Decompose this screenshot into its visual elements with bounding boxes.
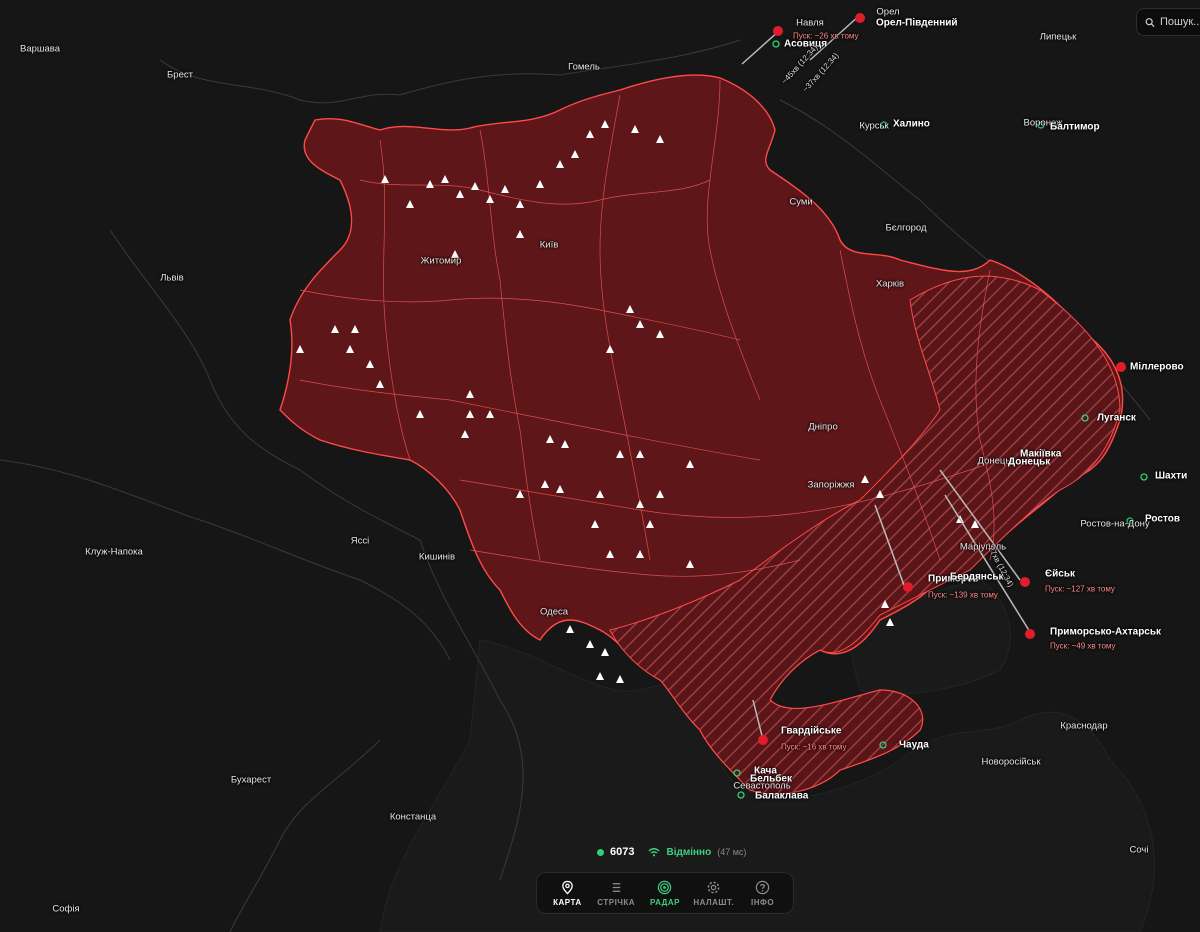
- event-count: 6073: [610, 846, 635, 858]
- city-mariupol: Маріуполь: [959, 541, 1007, 553]
- site-orel-south: Орел-Південний: [876, 17, 958, 29]
- search-input[interactable]: [1160, 16, 1200, 28]
- wifi-icon: [648, 848, 660, 857]
- site-baltimor: Балтимор: [1050, 121, 1100, 133]
- map-pin-icon: [562, 880, 573, 895]
- launch-time-prymorske: Пуск: ~139 хв тому: [928, 590, 998, 600]
- city-lipetsk: Липецьк: [1039, 31, 1077, 43]
- site-balaklava: Балаклава: [755, 790, 809, 802]
- site-navlya: Навля: [796, 17, 824, 29]
- city-orel: Орел: [876, 6, 900, 18]
- online-dot-icon: [597, 848, 604, 856]
- site-rostov2: Ростов: [1145, 513, 1180, 525]
- launch-time-prymorsko: Пуск: ~49 хв тому: [1050, 641, 1116, 651]
- connection-quality: Відмінно: [666, 846, 712, 858]
- latency: (47 мс): [717, 847, 747, 857]
- city-dnipro: Дніпро: [808, 421, 838, 433]
- city-sochi: Сочі: [1129, 844, 1149, 856]
- city-cluj: Клуж-Напока: [85, 546, 143, 558]
- nav-map[interactable]: КАРТА: [544, 880, 590, 907]
- search-icon: [1145, 17, 1155, 27]
- connection-status: 6073 Відмінно (47 мс): [597, 846, 746, 858]
- city-zaporizhzhia: Запоріжжя: [807, 479, 855, 491]
- launch-time-hvardiiske: Пуск: ~16 хв тому: [781, 742, 847, 752]
- nav-settings[interactable]: НАЛАШТ.: [691, 880, 737, 907]
- radar-icon: [658, 880, 672, 894]
- city-iasi: Яссі: [350, 535, 370, 547]
- site-belbek: Бельбек: [750, 773, 792, 785]
- city-constanta: Констанца: [389, 811, 437, 823]
- site-berdiansk: Бердянськ: [950, 571, 1004, 583]
- site-donetsk2: Донецьк: [1008, 456, 1051, 468]
- city-warsaw: Варшава: [19, 43, 61, 55]
- nav-info-label: ІНФО: [751, 897, 775, 907]
- nav-radar-label: РАДАР: [649, 897, 680, 907]
- city-kyiv: Київ: [539, 239, 559, 251]
- city-krasnodar: Краснодар: [1060, 720, 1108, 732]
- city-kharkiv: Харків: [875, 278, 905, 290]
- site-shakhty: Шахти: [1155, 470, 1188, 482]
- site-hvardiiske: Гвардійське: [781, 725, 842, 737]
- city-sofia: Софія: [52, 903, 80, 915]
- search-box[interactable]: [1136, 8, 1200, 36]
- nav-feed[interactable]: СТРІЧКА: [593, 880, 639, 907]
- nav-settings-label: НАЛАШТ.: [693, 897, 735, 907]
- city-lviv: Львів: [160, 272, 184, 284]
- city-belgorod: Бєлгород: [885, 222, 927, 234]
- launch-time-asovytsia: Пуск: ~26 хв тому: [793, 31, 859, 41]
- launch-time-yeysk: Пуск: ~127 хв тому: [1045, 584, 1115, 594]
- site-luhansk: Луганск: [1097, 412, 1136, 424]
- city-gomel: Гомель: [568, 61, 600, 73]
- city-zhytomyr: Житомир: [420, 255, 462, 267]
- site-millerovo: Міллерово: [1130, 361, 1184, 373]
- list-icon: [612, 882, 620, 892]
- city-sumy: Суми: [789, 196, 813, 208]
- help-icon: [755, 880, 770, 894]
- city-chisinau: Кишинів: [418, 551, 456, 563]
- city-kursk: Курськ: [859, 120, 889, 132]
- nav-map-label: КАРТА: [553, 897, 582, 907]
- gear-icon: [707, 881, 720, 893]
- city-novorossiysk: Новоросійськ: [981, 756, 1041, 768]
- site-chauda: Чауда: [899, 739, 929, 751]
- city-brest: Брест: [167, 69, 193, 81]
- site-khalino: Халино: [893, 118, 930, 130]
- nav-info[interactable]: ІНФО: [740, 880, 786, 907]
- city-odesa: Одеса: [539, 606, 569, 618]
- site-prymorsko: Приморсько-Ахтарськ: [1050, 626, 1162, 638]
- site-yeysk: Єйськ: [1045, 568, 1075, 580]
- bottom-nav: КАРТА СТРІЧКА РАДАР НАЛАШТ. ІНФО: [536, 872, 794, 914]
- city-bucharest: Бухарест: [230, 774, 272, 786]
- city-rostov: Ростов-на-Дону: [1080, 518, 1150, 530]
- nav-radar[interactable]: РАДАР: [642, 880, 688, 907]
- nav-feed-label: СТРІЧКА: [597, 897, 636, 907]
